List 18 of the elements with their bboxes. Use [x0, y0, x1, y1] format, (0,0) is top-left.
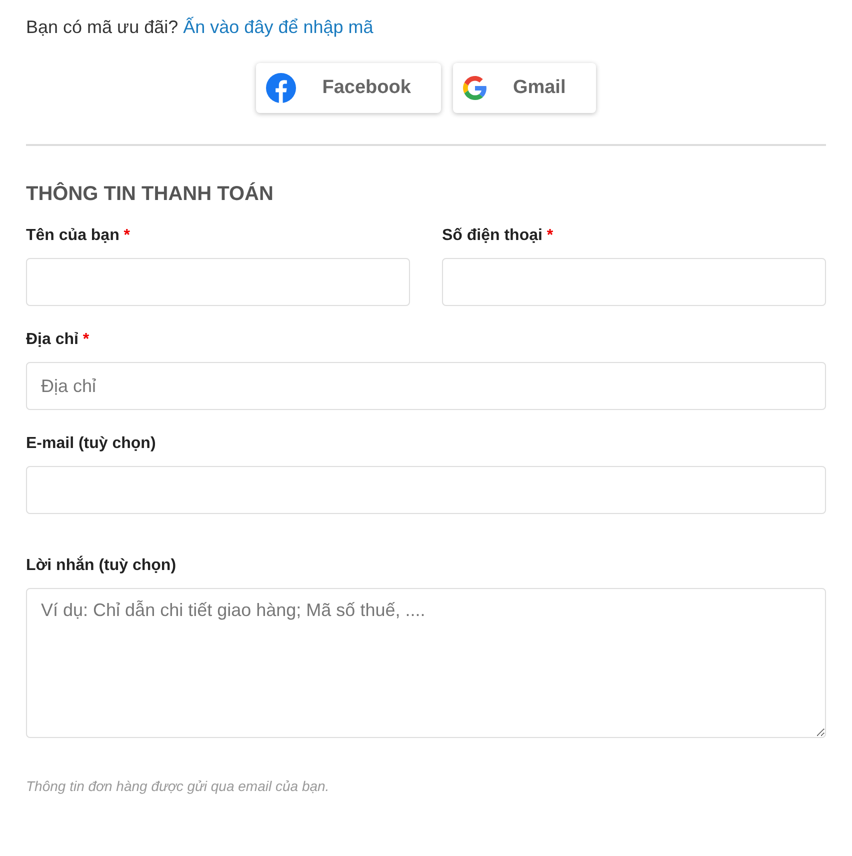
field-label: Lời nhắn (tuỳ chọn) [26, 554, 178, 576]
google-login-button[interactable]: Gmail [452, 63, 596, 113]
field-label: E-mail (tuỳ chọn) [26, 434, 157, 454]
coupon-text: Bạn có mã ưu đãi? Ấn vào đây để nhập mã [26, 16, 374, 39]
facebook-login-button[interactable]: Facebook [256, 63, 441, 113]
facebook-icon [266, 73, 296, 103]
section-heading: THÔNG TIN THANH TOÁN [26, 182, 274, 206]
note-text: Thông tin đơn hàng được gửi qua email của bạn. [26, 777, 330, 796]
field-label: Địa chỉ * [26, 330, 90, 350]
input-field[interactable] [26, 466, 826, 514]
coupon-link[interactable]: Ấn vào đây để nhập mã [183, 17, 374, 37]
message-field[interactable]: Ví dụ: Chỉ dẫn chi tiết giao hàng; Mã số thuế, .... [26, 588, 826, 738]
input-field[interactable]: Địa chỉ [26, 362, 826, 410]
input-field[interactable] [442, 258, 826, 306]
google-icon [462, 76, 487, 100]
field-label: Tên của bạn * [26, 226, 132, 246]
field-label: Số điện thoại * [442, 226, 554, 246]
input-field[interactable] [26, 258, 410, 306]
